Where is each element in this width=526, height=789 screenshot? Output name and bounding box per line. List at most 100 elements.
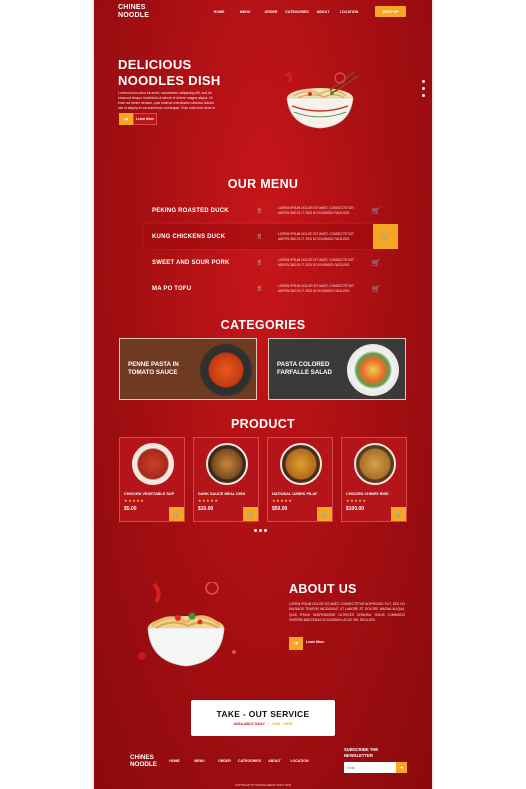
cart-icon[interactable]: 🛒 [373,224,398,249]
takeout-sep: · [268,722,270,726]
footer-nav-categories[interactable]: CATEGORIES [237,759,262,763]
product-image [280,443,322,485]
nav-about[interactable]: ABOUT [310,10,336,14]
footer-nav-about[interactable]: ABOUT [262,759,287,763]
product-section-title: PRODUCT [231,417,295,431]
product-card[interactable]: DARK SAUCE MEAL DISH ★★★★★ $10.00 🛒 [193,437,259,522]
logo-line1: CHINES [118,4,146,11]
menu-item[interactable]: MA PO TOFU 🍴 LOREM IPSUM DOLOR SIT AMET,… [144,276,382,301]
menu-item[interactable]: SWEET AND SOUR PORK 🍴 LOREM IPSUM DOLOR … [144,250,382,275]
about-learn-more-button[interactable]: Learn More [306,640,324,644]
logo[interactable]: CHINES NOODLE [118,4,149,20]
slider-dot[interactable] [264,529,267,532]
email-placeholder: Email [347,765,355,770]
footer-logo[interactable]: CHINES NOODLE [130,754,157,768]
cart-icon[interactable]: 🛒 [368,281,384,297]
cart-icon[interactable]: 🛒 [391,507,406,521]
send-icon[interactable]: ➜ [396,762,407,773]
utensils-icon: 🍴 [256,285,263,292]
product-slider-dots[interactable] [254,529,267,532]
category-card[interactable]: PASTA COLORED FARFALLE SALAD [268,338,406,400]
newsletter-title: SUBSCRIBE THE NEWSLETTER [344,747,378,758]
product-name: CHICKEN CHINES RISE [346,492,389,496]
newsletter-title-line2: NEWSLETTER [344,752,373,758]
product-price: $10.00 [198,506,214,512]
slider-dot[interactable] [422,94,425,97]
star-rating: ★★★★★ [198,498,219,503]
product-price: $5.00 [124,506,137,512]
about-description: LOREM IPSUM DOLOR SIT AMET, CONSECTETUR … [289,602,405,623]
hero-learn-more-button[interactable]: Learn More [133,113,157,125]
product-name: DARK SAUCE MEAL DISH [198,492,246,496]
menu-item[interactable]: KUNG CHICKENS DUCK 🍴 LOREM IPSUM DOLOR S… [144,224,398,249]
hero-title-line1: DELICIOUS [118,57,192,72]
menu-item-desc: LOREM IPSUM DOLOR SIT AMET, CONSECTETUR … [278,231,354,241]
hero-title-line2: NOODLES DISH [118,73,221,88]
footer-nav-order[interactable]: ORDER [212,759,237,763]
takeout-available: AVAILABLE DAILY [233,722,266,726]
cart-icon[interactable]: 🛒 [169,507,184,521]
nav-order[interactable]: ORDER [258,10,284,14]
landing-page: CHINES NOODLE HOME MENU ORDER CATEGORIES… [94,0,432,789]
categories-section-title: CATEGORIES [220,318,306,332]
footer-nav-home[interactable]: HOME [162,759,187,763]
hero-description: Lorem ipsum dolor sit amet, consectetur … [118,91,218,111]
footer-logo-line2: NOODLE [130,761,157,768]
utensils-icon: 🍴 [256,207,263,214]
product-price: $100.00 [346,506,365,512]
category-label-line1: PENNE PASTA IN [128,361,179,368]
email-input[interactable]: Email [344,762,396,773]
hero-description-text: Lorem ipsum dolor sit amet, consectetur … [118,91,216,110]
product-card[interactable]: CHICKEN VEGETABLE SUP ★★★★★ $5.00 🛒 [119,437,185,522]
arrow-icon[interactable]: ➜ [119,113,133,125]
slider-dot[interactable] [422,87,425,90]
menu-item-desc: LOREM IPSUM DOLOR SIT AMET, CONSECTETUR … [278,283,354,293]
nav-location[interactable]: LOCATION [336,10,362,14]
star-rating: ★★★★★ [124,498,145,503]
slider-dot[interactable] [254,529,257,532]
utensils-icon: 🍴 [256,233,263,240]
cart-icon[interactable]: 🛒 [368,255,384,271]
footer-nav: HOME MENU ORDER CATEGORIES ABOUT LOCATIO… [162,759,312,763]
cart-icon[interactable]: 🛒 [317,507,332,521]
nav-home[interactable]: HOME [206,10,232,14]
menu-item-name: MA PO TOFU [152,285,192,292]
category-label: PENNE PASTA IN TOMATO SAUCE [128,361,198,377]
takeout-hours: AVAILABLE DAILY · 9AM - 12PM [191,722,335,726]
utensils-icon: 🍴 [256,259,263,266]
hero-title: DELICIOUS NOODLES DISH [118,57,221,89]
main-nav: HOME MENU ORDER CATEGORIES ABOUT LOCATIO… [206,10,362,14]
logo-line2: NOODLE [118,12,150,19]
menu-item-name: PEKING ROASTED DUCK [152,207,229,214]
slider-dot[interactable] [422,80,425,83]
category-label: PASTA COLORED FARFALLE SALAD [277,361,347,377]
cart-icon[interactable]: 🛒 [368,203,384,219]
arrow-icon[interactable]: ➜ [289,637,303,650]
nav-categories[interactable]: CATEGORIES [284,10,310,14]
noodle-bowl-image [138,582,236,667]
penne-pasta-image [200,344,252,396]
menu-item-name: KUNG CHICKENS DUCK [152,233,226,240]
category-label-line2: TOMATO SAUCE [128,369,178,376]
product-price: $50.00 [272,506,288,512]
footer-nav-menu[interactable]: MENU [187,759,212,763]
category-card[interactable]: PENNE PASTA IN TOMATO SAUCE [119,338,257,400]
takeout-title: TAKE - OUT SERVICE [216,709,310,719]
star-rating: ★★★★★ [272,498,293,503]
farfalle-salad-image [347,344,399,396]
nav-menu[interactable]: MENU [232,10,258,14]
menu-item-desc: LOREM IPSUM DOLOR SIT AMET, CONSECTETUR … [278,257,354,267]
takeout-banner: TAKE - OUT SERVICE AVAILABLE DAILY · 9AM… [191,700,335,736]
shop-up-button[interactable]: SHOP UP [375,6,406,17]
product-card[interactable]: CHICKEN CHINES RISE ★★★★★ $100.00 🛒 [341,437,407,522]
cart-icon[interactable]: 🛒 [243,507,258,521]
hero-slider-dots[interactable] [422,80,425,97]
menu-item-desc: LOREM IPSUM DOLOR SIT AMET, CONSECTETUR … [278,205,354,215]
product-card[interactable]: NATIONAL UZBEK PILAF ★★★★★ $50.00 🛒 [267,437,333,522]
product-image [132,443,174,485]
slider-dot[interactable] [259,529,262,532]
menu-item[interactable]: PEKING ROASTED DUCK 🍴 LOREM IPSUM DOLOR … [144,198,382,223]
copyright-text: COPYRIGHT BY NOODLE FRESH TASTY 2025 [235,784,291,787]
footer-nav-location[interactable]: LOCATION [287,759,312,763]
product-image [354,443,396,485]
